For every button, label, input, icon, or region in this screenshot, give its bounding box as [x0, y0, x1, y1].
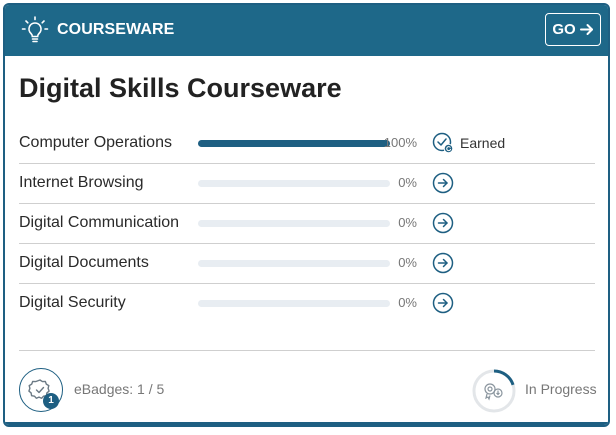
lightbulb-icon — [20, 15, 50, 45]
progress-percent: 0% — [398, 295, 417, 310]
arrow-right-circle-icon[interactable] — [432, 212, 454, 234]
module-label: Digital Documents — [19, 254, 149, 271]
module-label: Computer Operations — [19, 134, 172, 151]
courseware-card: COURSEWARE GO Digital Skills Courseware … — [3, 3, 610, 427]
progress-track — [198, 220, 390, 227]
progress-percent: 0% — [398, 215, 417, 230]
arrow-right-circle-icon[interactable] — [432, 252, 454, 274]
certificate-gears-icon — [484, 383, 503, 401]
earned-check-icon — [432, 132, 454, 154]
go-button[interactable]: GO — [545, 13, 601, 46]
progress-track — [198, 180, 390, 187]
card-header: COURSEWARE GO — [5, 5, 608, 56]
progress-fill — [198, 140, 390, 147]
page-title: Digital Skills Courseware — [19, 73, 342, 103]
arrow-right-icon — [579, 24, 593, 35]
arrow-right-circle-icon[interactable] — [432, 172, 454, 194]
progress-ring — [472, 369, 516, 413]
progress-track — [198, 260, 390, 267]
ebadge-button[interactable]: 1 — [19, 368, 63, 412]
arrow-right-circle-icon[interactable] — [432, 292, 454, 314]
badge-count: 1 — [43, 393, 59, 409]
progress-percent: 0% — [398, 255, 417, 270]
progress-track — [198, 300, 390, 307]
module-row[interactable]: Digital Communication 0% — [19, 203, 595, 244]
module-row[interactable]: Computer Operations 100% Earned — [19, 123, 595, 164]
module-label: Digital Communication — [19, 214, 180, 231]
module-row[interactable]: Digital Security 0% — [19, 283, 595, 323]
module-row[interactable]: Internet Browsing 0% — [19, 163, 595, 204]
progress-percent: 0% — [398, 175, 417, 190]
status-earned: Earned — [460, 135, 506, 151]
footer-divider — [19, 350, 595, 351]
module-label: Digital Security — [19, 294, 126, 311]
progress-track — [198, 140, 390, 147]
ebadges-count-text: eBadges: 1 / 5 — [74, 381, 165, 397]
module-row[interactable]: Digital Documents 0% — [19, 243, 595, 284]
progress-percent: 100% — [383, 135, 417, 150]
header-title: COURSEWARE — [57, 21, 175, 38]
module-label: Internet Browsing — [19, 174, 144, 191]
status-in-progress: In Progress — [525, 381, 597, 397]
go-button-label: GO — [552, 21, 576, 38]
